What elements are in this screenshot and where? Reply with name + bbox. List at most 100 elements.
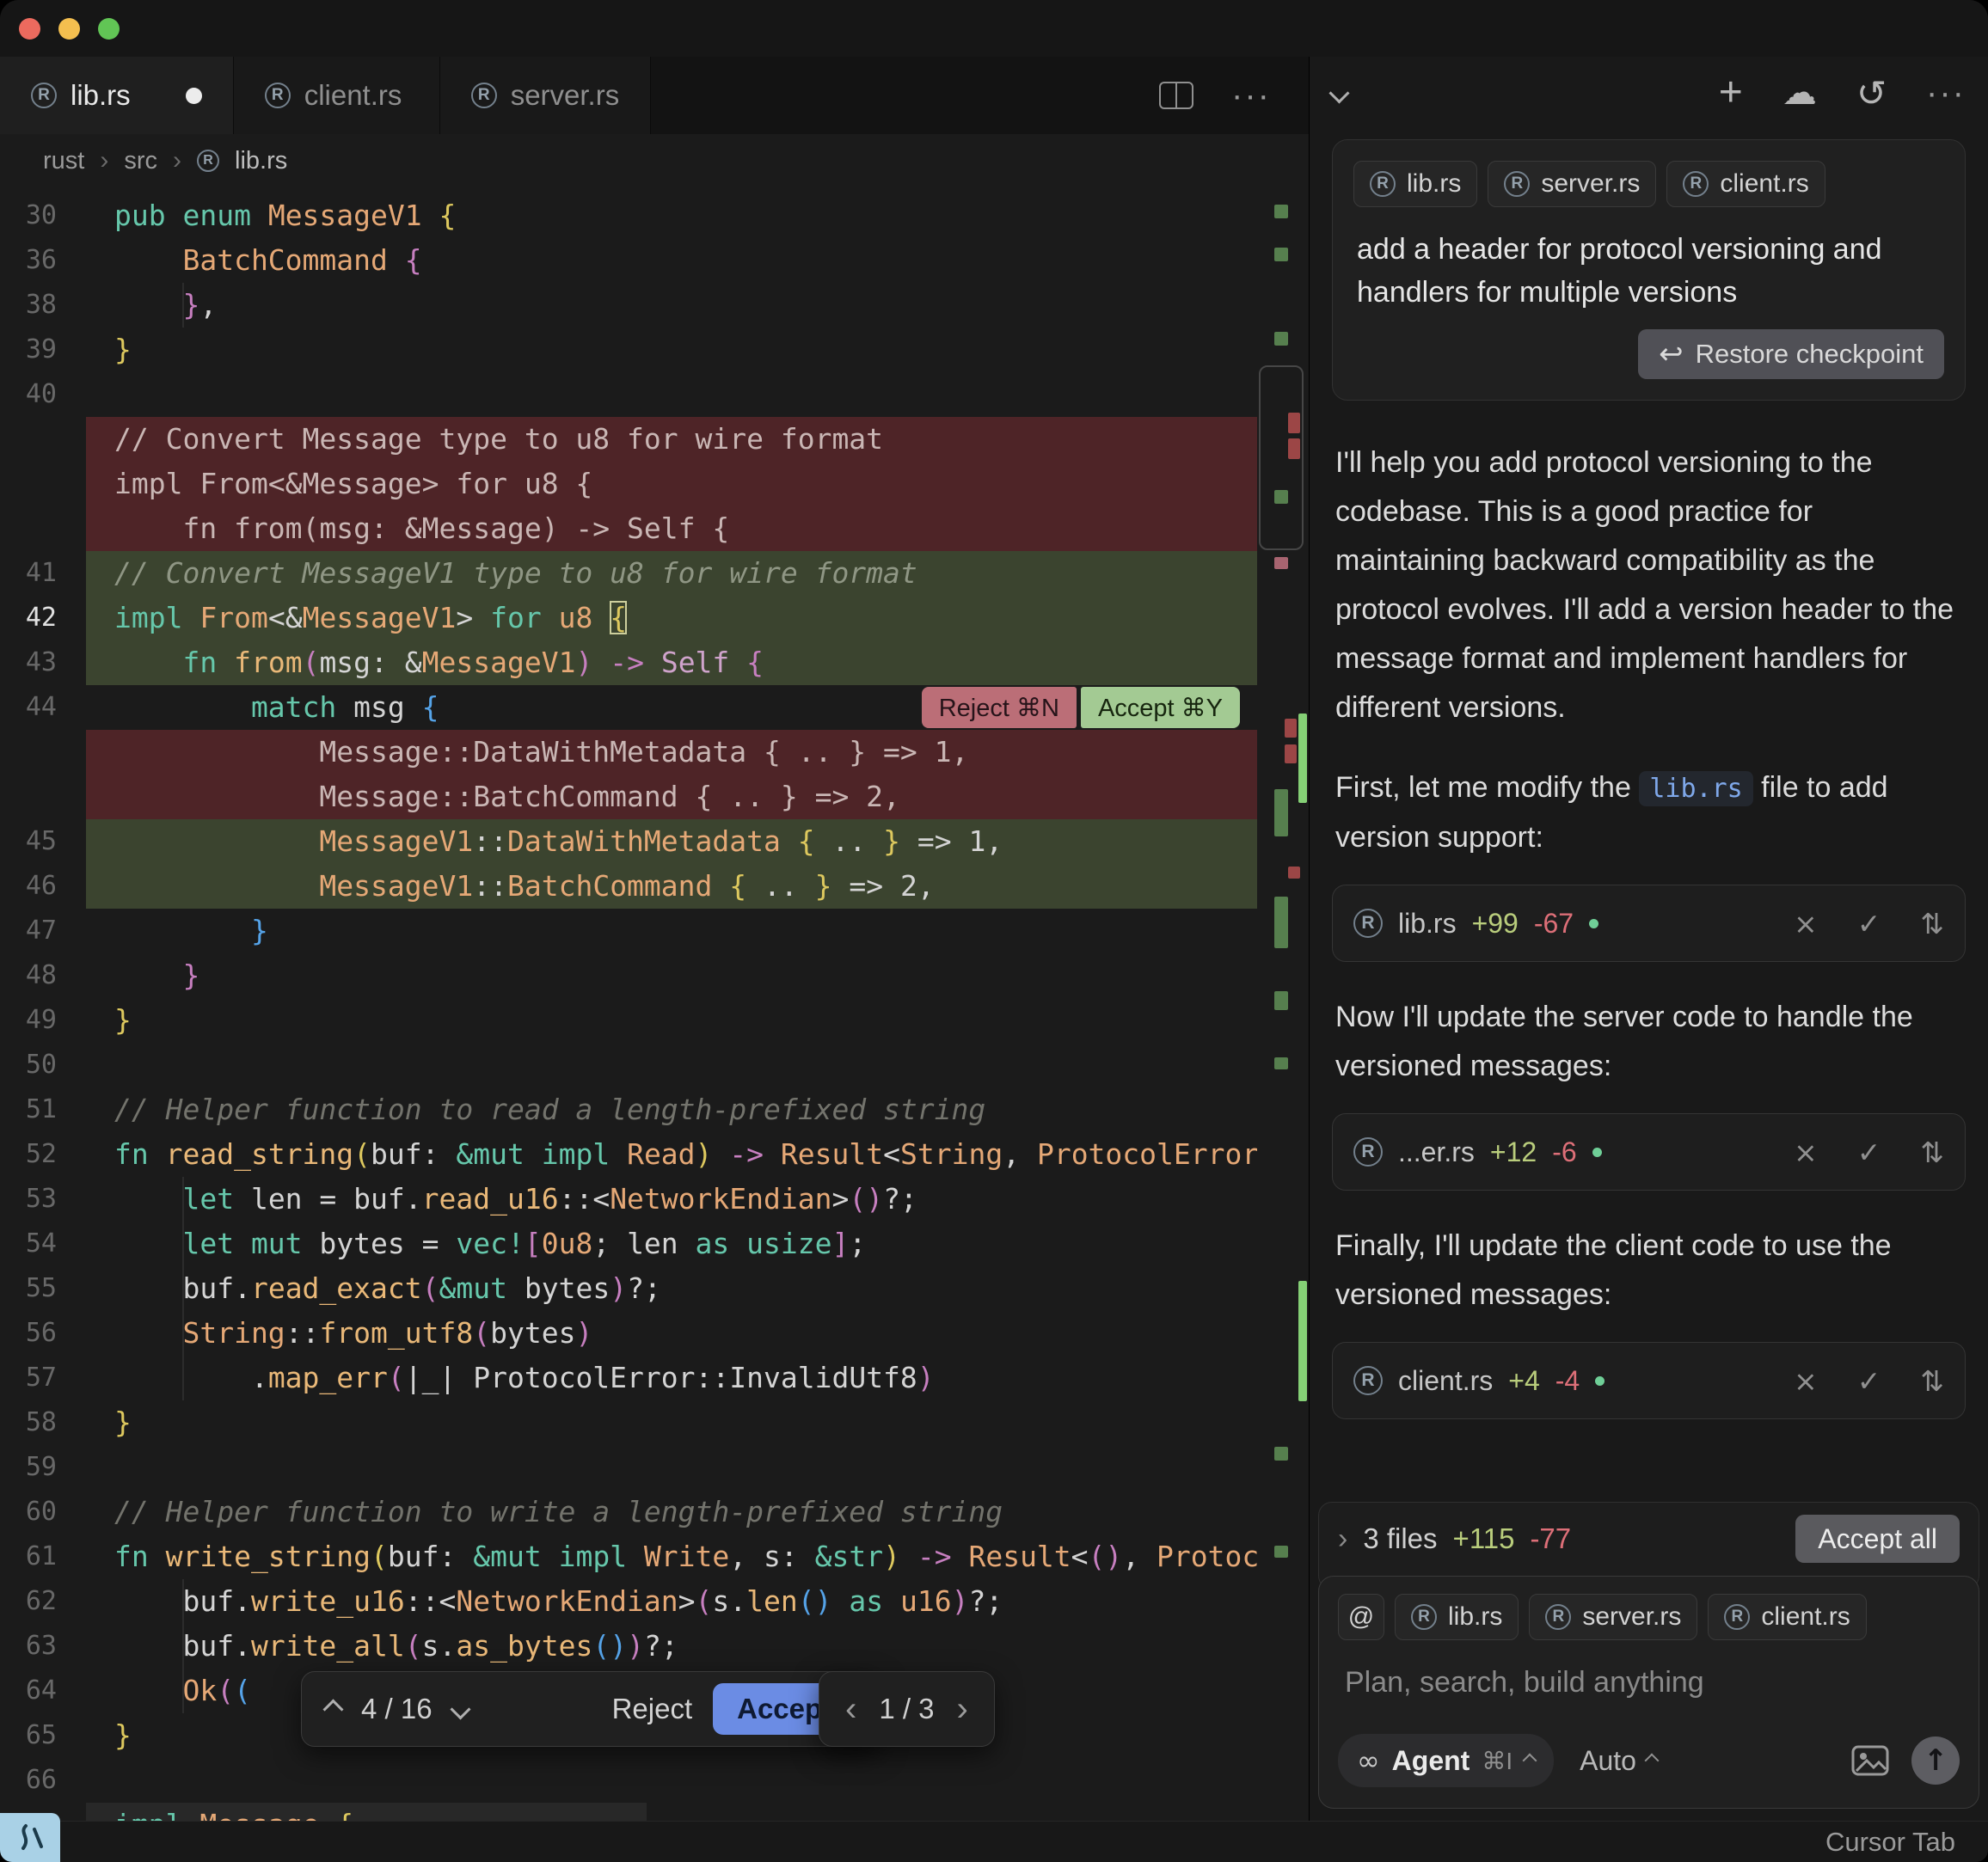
model-selector[interactable]: Auto: [1580, 1745, 1657, 1777]
code-line[interactable]: 44 match msg {Reject ⌘NAccept ⌘Y: [0, 685, 1257, 730]
code-token: ..: [746, 869, 798, 903]
code-line[interactable]: 48 }: [0, 953, 1257, 998]
split-editor-icon[interactable]: [1159, 82, 1193, 109]
inline-reject-button[interactable]: Reject ⌘N: [922, 687, 1077, 728]
new-chat-icon[interactable]: +: [1719, 76, 1743, 110]
code-line[interactable]: 42impl From<&MessageV1> for u8 {: [0, 596, 1257, 640]
diff-ruler-mark: [1285, 744, 1297, 763]
diff-card-client[interactable]: R client.rs +4 -4 × ✓ ⇅: [1332, 1342, 1966, 1419]
code-line[interactable]: 49}: [0, 998, 1257, 1043]
previous-diff-icon[interactable]: [322, 1699, 343, 1719]
code-line[interactable]: Message::DataWithMetadata { .. } => 1,: [0, 730, 1257, 775]
code-line[interactable]: 56 String::from_utf8(bytes): [0, 1311, 1257, 1356]
chat-more-icon[interactable]: ···: [1926, 84, 1966, 101]
image-attach-icon[interactable]: [1851, 1745, 1889, 1776]
code-line[interactable]: 58}: [0, 1400, 1257, 1445]
diff-card-lib[interactable]: R lib.rs +99 -67 × ✓ ⇅: [1332, 885, 1966, 962]
discard-icon[interactable]: ×: [1794, 1136, 1818, 1169]
code-line[interactable]: 66: [0, 1758, 1257, 1803]
expand-icon[interactable]: ⇅: [1920, 1364, 1944, 1398]
code-line[interactable]: impl From<&Message> for u8 {: [0, 462, 1257, 506]
code-line[interactable]: 45 MessageV1::DataWithMetadata { .. } =>…: [0, 819, 1257, 864]
tab-lib-rs[interactable]: R lib.rs: [0, 57, 234, 134]
zoom-window-button[interactable]: [98, 18, 120, 40]
code-editor[interactable]: 30pub enum MessageV1 {36 BatchCommand {3…: [0, 187, 1309, 1821]
code-line[interactable]: 40: [0, 372, 1257, 417]
more-actions-icon[interactable]: ···: [1231, 87, 1271, 104]
mention-button[interactable]: @: [1338, 1594, 1384, 1640]
code-line[interactable]: impl Message {: [0, 1803, 1257, 1821]
code-token: }: [114, 1718, 132, 1752]
context-pill-server[interactable]: Rserver.rs: [1529, 1594, 1697, 1640]
code-token: buf.: [114, 1271, 251, 1305]
code-line[interactable]: 55 buf.read_exact(&mut bytes)?;: [0, 1266, 1257, 1311]
overview-ruler[interactable]: [1257, 187, 1309, 1821]
breadcrumb-root[interactable]: rust: [43, 147, 84, 175]
discard-icon[interactable]: ×: [1794, 907, 1818, 940]
file-pill-lib[interactable]: Rlib.rs: [1353, 161, 1477, 207]
breadcrumb-file[interactable]: lib.rs: [235, 147, 287, 175]
restore-checkpoint-button[interactable]: ↩ Restore checkpoint: [1638, 329, 1944, 379]
code-token: ?;: [968, 1584, 1003, 1618]
code-line[interactable]: 30pub enum MessageV1 {: [0, 193, 1257, 238]
code-line[interactable]: 62 buf.write_u16::<NetworkEndian>(s.len(…: [0, 1579, 1257, 1624]
send-button[interactable]: ↑: [1911, 1736, 1960, 1785]
previous-file-icon[interactable]: ‹: [845, 1690, 856, 1729]
code-token: NetworkEndian: [610, 1182, 831, 1216]
code-line[interactable]: 57 .map_err(|_| ProtocolError::InvalidUt…: [0, 1356, 1257, 1400]
code-line[interactable]: 50: [0, 1043, 1257, 1087]
history-icon[interactable]: ↺: [1856, 72, 1887, 114]
next-diff-icon[interactable]: [450, 1699, 470, 1719]
file-pill-client[interactable]: Rclient.rs: [1666, 161, 1825, 207]
line-number: 39: [0, 328, 86, 372]
code-line[interactable]: 39}: [0, 328, 1257, 372]
code-line[interactable]: 46 MessageV1::BatchCommand { .. } => 2,: [0, 864, 1257, 909]
code-line[interactable]: 63 buf.write_all(s.as_bytes())?;: [0, 1624, 1257, 1669]
tab-server-rs[interactable]: R server.rs: [440, 57, 652, 134]
chevron-down-icon[interactable]: [1328, 83, 1349, 103]
code-line[interactable]: 36 BatchCommand {: [0, 238, 1257, 283]
code-line[interactable]: 59: [0, 1445, 1257, 1490]
code-line[interactable]: 54 let mut bytes = vec![0u8; len as usiz…: [0, 1222, 1257, 1266]
code-line[interactable]: 51// Helper function to read a length-pr…: [0, 1087, 1257, 1132]
chat-composer[interactable]: @ Rlib.rs Rserver.rs Rclient.rs Plan, se…: [1318, 1576, 1979, 1809]
statusbar-label[interactable]: Cursor Tab: [1825, 1827, 1955, 1858]
accept-all-button[interactable]: Accept all: [1795, 1515, 1960, 1563]
code-line[interactable]: 61fn write_string(buf: &mut impl Write, …: [0, 1534, 1257, 1579]
minimize-window-button[interactable]: [58, 18, 80, 40]
close-window-button[interactable]: [19, 18, 40, 40]
code-line[interactable]: 38 },: [0, 283, 1257, 328]
code-line[interactable]: 43 fn from(msg: &MessageV1) -> Self {: [0, 640, 1257, 685]
apply-icon[interactable]: ✓: [1857, 907, 1881, 940]
next-file-icon[interactable]: ›: [957, 1690, 968, 1729]
expand-icon[interactable]: ⇅: [1920, 1136, 1944, 1169]
code-line[interactable]: 60// Helper function to write a length-p…: [0, 1490, 1257, 1534]
line-number: 40: [0, 372, 86, 417]
code-line[interactable]: 41// Convert MessageV1 type to u8 for wi…: [0, 551, 1257, 596]
breadcrumb-dir[interactable]: src: [124, 147, 157, 175]
code-line[interactable]: fn from(msg: &Message) -> Self {: [0, 506, 1257, 551]
expand-icon[interactable]: ⇅: [1920, 907, 1944, 940]
code-line[interactable]: 52fn read_string(buf: &mut impl Read) ->…: [0, 1132, 1257, 1177]
diff-card-server[interactable]: R ...er.rs +12 -6 × ✓ ⇅: [1332, 1113, 1966, 1191]
chevron-right-icon[interactable]: ›: [1338, 1522, 1347, 1556]
apply-icon[interactable]: ✓: [1857, 1136, 1881, 1169]
inline-accept-button[interactable]: Accept ⌘Y: [1081, 687, 1240, 728]
apply-icon[interactable]: ✓: [1857, 1364, 1881, 1398]
composer-input[interactable]: Plan, search, build anything: [1345, 1666, 1953, 1700]
code-line[interactable]: 53 let len = buf.read_u16::<NetworkEndia…: [0, 1177, 1257, 1222]
context-pill-lib[interactable]: Rlib.rs: [1395, 1594, 1519, 1640]
tab-client-rs[interactable]: R client.rs: [234, 57, 440, 134]
agent-mode-selector[interactable]: ∞ Agent ⌘I: [1338, 1734, 1554, 1787]
cloud-icon[interactable]: ☁: [1782, 73, 1817, 113]
discard-icon[interactable]: ×: [1794, 1364, 1818, 1398]
reject-button[interactable]: Reject: [612, 1693, 693, 1725]
line-number: 49: [0, 998, 86, 1043]
code-line[interactable]: Message::BatchCommand { .. } => 2,: [0, 775, 1257, 819]
context-pill-client[interactable]: Rclient.rs: [1708, 1594, 1866, 1640]
code-token: ::<: [405, 1584, 457, 1618]
cursor-logo[interactable]: [0, 1813, 60, 1862]
file-pill-server[interactable]: Rserver.rs: [1488, 161, 1656, 207]
code-line[interactable]: // Convert Message type to u8 for wire f…: [0, 417, 1257, 462]
code-line[interactable]: 47 }: [0, 909, 1257, 953]
